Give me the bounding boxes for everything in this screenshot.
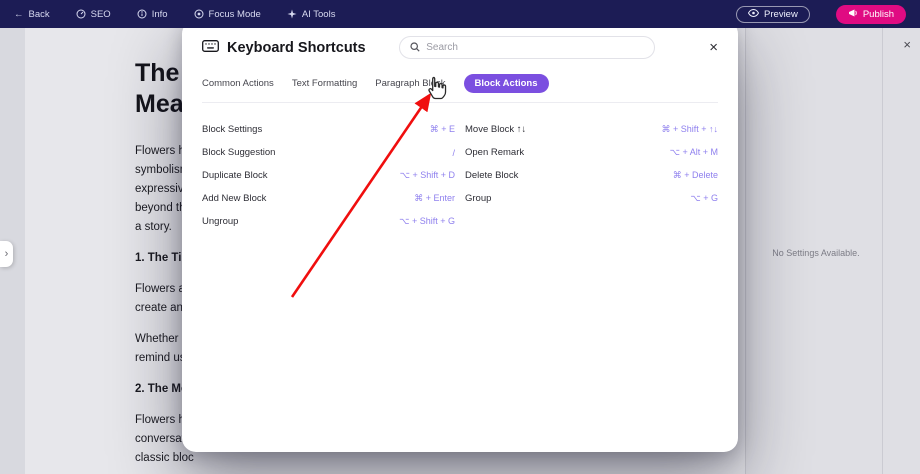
shortcut-column-right: Move Block ↑↓ ⌘ + Shift + ↑↓ Open Remark… <box>465 118 718 233</box>
keyboard-shortcuts-modal: Keyboard Shortcuts × Common Actions Text… <box>182 20 738 452</box>
preview-button[interactable]: Preview <box>736 6 810 23</box>
shortcut-column-left: Block Settings ⌘ + E Block Suggestion / … <box>202 118 455 233</box>
modal-title-wrap: Keyboard Shortcuts <box>202 39 366 57</box>
shortcut-label: Add New Block <box>202 193 266 204</box>
modal-close-icon[interactable]: × <box>709 40 718 55</box>
focus-target-icon <box>194 9 204 19</box>
keyboard-icon <box>202 39 219 57</box>
shortcut-row: Ungroup ⌥ + Shift + G <box>202 210 455 233</box>
back-button[interactable]: ← Back <box>14 9 50 20</box>
shortcut-label: Open Remark <box>465 147 524 158</box>
shortcut-keys: ⌥ + Alt + M <box>670 147 718 158</box>
shortcut-row: Move Block ↑↓ ⌘ + Shift + ↑↓ <box>465 118 718 141</box>
shortcut-grid: Block Settings ⌘ + E Block Suggestion / … <box>202 118 718 233</box>
shortcut-label: Block Settings <box>202 124 262 135</box>
shortcut-search-box[interactable] <box>399 36 655 59</box>
app-window: ← Back SEO Info Focus Mode AI Tools <box>0 0 920 474</box>
info-button[interactable]: Info <box>137 9 168 20</box>
ai-sparkle-icon <box>287 9 297 19</box>
info-icon <box>137 9 147 19</box>
shortcut-row: Duplicate Block ⌥ + Shift + D <box>202 164 455 187</box>
shortcut-label: Duplicate Block <box>202 170 267 181</box>
back-arrow-icon: ← <box>14 9 24 20</box>
preview-label: Preview <box>764 9 798 20</box>
tab-block-actions[interactable]: Block Actions <box>464 74 549 93</box>
shortcut-label: Group <box>465 193 491 204</box>
seo-button[interactable]: SEO <box>76 9 111 20</box>
publish-label: Publish <box>863 9 894 20</box>
shortcut-keys: ⌥ + Shift + G <box>399 216 455 227</box>
shortcut-row: Group ⌥ + G <box>465 187 718 210</box>
tab-paragraph-block[interactable]: Paragraph Block <box>375 74 445 93</box>
shortcut-row: Open Remark ⌥ + Alt + M <box>465 141 718 164</box>
ai-tools-button[interactable]: AI Tools <box>287 9 336 20</box>
back-label: Back <box>29 9 50 20</box>
shortcut-keys: ⌥ + Shift + D <box>400 170 455 181</box>
shortcut-row: Block Suggestion / <box>202 141 455 164</box>
shortcut-keys: ⌘ + E <box>430 124 455 135</box>
seo-gauge-icon <box>76 9 86 19</box>
shortcut-label: Move Block ↑↓ <box>465 124 526 135</box>
chevron-right-icon: › <box>5 248 9 260</box>
shortcut-tabs: Common Actions Text Formatting Paragraph… <box>202 74 718 103</box>
publish-button[interactable]: Publish <box>836 5 906 24</box>
top-toolbar: ← Back SEO Info Focus Mode AI Tools <box>0 0 920 28</box>
shortcut-label: Block Suggestion <box>202 147 275 158</box>
focus-mode-label: Focus Mode <box>209 9 261 20</box>
tab-text-formatting[interactable]: Text Formatting <box>292 74 357 93</box>
shortcut-keys: / <box>452 148 455 158</box>
modal-header: Keyboard Shortcuts × <box>202 36 718 59</box>
shortcut-label: Ungroup <box>202 216 238 227</box>
shortcut-row: Block Settings ⌘ + E <box>202 118 455 141</box>
shortcut-keys: ⌘ + Enter <box>414 193 455 204</box>
tab-common-actions[interactable]: Common Actions <box>202 74 274 93</box>
shortcut-label: Delete Block <box>465 170 518 181</box>
megaphone-icon <box>848 8 858 21</box>
shortcut-row: Delete Block ⌘ + Delete <box>465 164 718 187</box>
info-label: Info <box>152 9 168 20</box>
eye-icon <box>748 9 759 20</box>
search-input[interactable] <box>426 42 644 53</box>
shortcut-keys: ⌘ + Shift + ↑↓ <box>661 124 718 135</box>
sidebar-expander-chevron[interactable]: › <box>0 241 13 267</box>
ai-tools-label: AI Tools <box>302 9 336 20</box>
search-icon <box>410 39 420 57</box>
shortcut-row: Add New Block ⌘ + Enter <box>202 187 455 210</box>
focus-mode-button[interactable]: Focus Mode <box>194 9 261 20</box>
modal-title: Keyboard Shortcuts <box>227 40 366 56</box>
shortcut-keys: ⌘ + Delete <box>673 170 718 181</box>
seo-label: SEO <box>91 9 111 20</box>
shortcut-keys: ⌥ + G <box>690 193 718 204</box>
